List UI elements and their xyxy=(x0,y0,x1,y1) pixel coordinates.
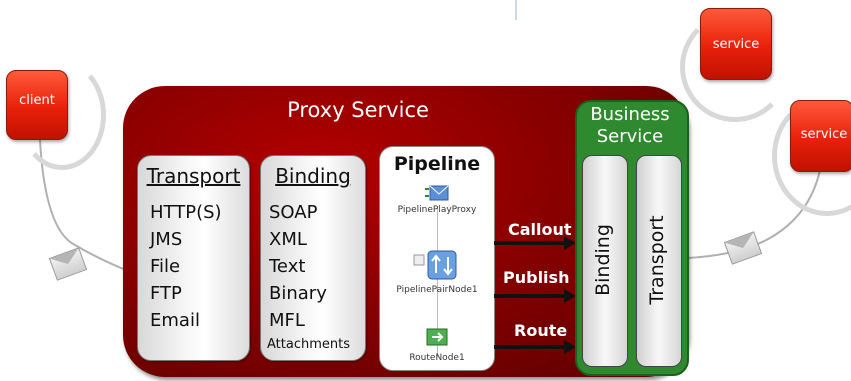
client-box: client xyxy=(6,70,68,140)
business-service-title-line1: Business xyxy=(590,104,670,125)
transport-item: JMS xyxy=(150,229,183,250)
binding-item: SOAP xyxy=(269,202,318,223)
transport-panel: Transport HTTP(S) JMS File FTP Email xyxy=(137,155,250,361)
business-transport-label: Transport xyxy=(646,215,668,305)
callout-arrow xyxy=(494,241,564,245)
transport-item: File xyxy=(150,256,181,277)
publish-arrow xyxy=(494,294,564,298)
business-binding-label: Binding xyxy=(592,224,614,296)
pipeline-panel: Pipeline PipelinePlayProxy PipelinePairN… xyxy=(379,146,495,371)
business-service-title: Business Service xyxy=(575,104,685,148)
proxy-service-title: Proxy Service xyxy=(287,98,429,122)
binding-item: Text xyxy=(269,256,306,277)
service-top-box: service xyxy=(700,8,772,80)
business-service-title-line2: Service xyxy=(596,126,664,147)
route-node-icon xyxy=(426,328,448,346)
service-top-label: service xyxy=(712,37,760,52)
binding-panel: Binding SOAP XML Text Binary MFL Attachm… xyxy=(260,155,366,361)
pipeline-pair-node-icon xyxy=(413,250,457,280)
pipeline-node-label: PipelinePairNode1 xyxy=(396,285,478,295)
callout-label: Callout xyxy=(508,220,572,239)
binding-item: Binary xyxy=(269,283,327,304)
pipeline-node-label: RouteNode1 xyxy=(409,353,465,363)
binding-item: XML xyxy=(269,229,307,250)
service-right-label: service xyxy=(800,127,848,142)
binding-item: MFL xyxy=(269,310,305,331)
pipeline-node-label: PipelinePlayProxy xyxy=(397,205,477,215)
binding-heading: Binding xyxy=(275,164,351,188)
transport-item: HTTP(S) xyxy=(150,202,222,223)
binding-item: Attachments xyxy=(267,337,350,352)
pipeline-proxy-icon xyxy=(425,185,449,201)
service-right-box: service xyxy=(790,100,851,172)
transport-heading: Transport xyxy=(146,164,241,188)
transport-item: Email xyxy=(150,310,200,331)
client-label: client xyxy=(19,93,55,108)
pipeline-heading: Pipeline xyxy=(393,153,481,175)
publish-label: Publish xyxy=(503,268,570,287)
transport-item: FTP xyxy=(150,283,182,304)
route-label: Route xyxy=(514,321,568,340)
route-arrow xyxy=(494,345,564,349)
